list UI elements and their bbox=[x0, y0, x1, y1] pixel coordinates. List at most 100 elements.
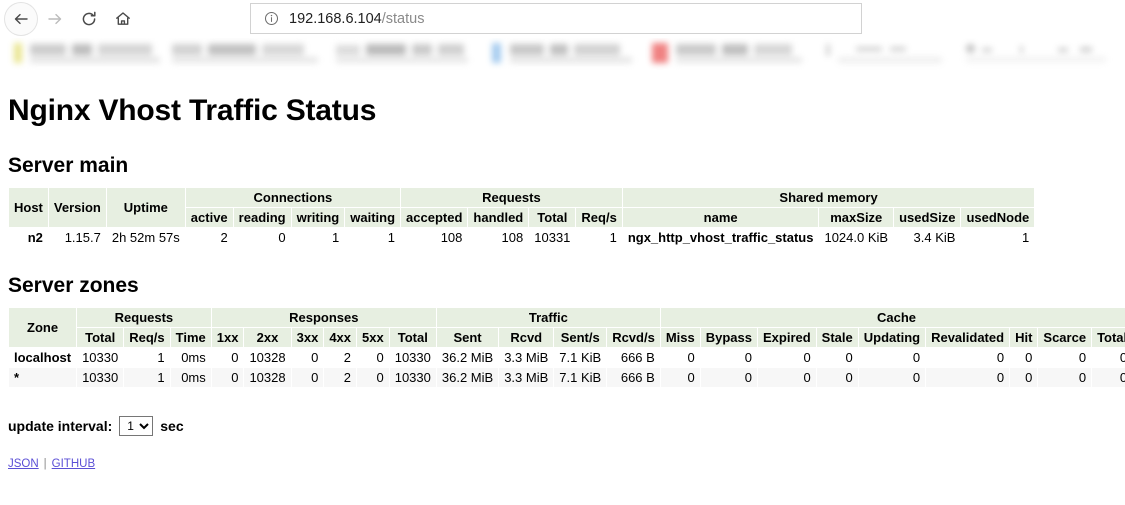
forward-button[interactable] bbox=[38, 2, 72, 36]
browser-toolbar: 192.168.6.104/status bbox=[0, 0, 1125, 38]
header-zone-resp-total: Total bbox=[389, 328, 436, 347]
cell-zone-cache-miss: 0 bbox=[660, 348, 700, 367]
header-zone-cache-miss: Miss bbox=[660, 328, 700, 347]
bookmark-item[interactable] bbox=[826, 43, 956, 63]
cell-zone-2xx: 10328 bbox=[244, 348, 291, 367]
cell-zone-cache-expired: 0 bbox=[757, 368, 816, 387]
cell-zone-1xx: 0 bbox=[211, 368, 244, 387]
cell-zone-5xx: 0 bbox=[357, 348, 389, 367]
cell-zone-req-time: 0ms bbox=[170, 348, 211, 367]
cell-req-total: 10331 bbox=[529, 228, 576, 247]
header-connections: Connections bbox=[185, 188, 401, 207]
cell-max-size: 1024.0 KiB bbox=[819, 228, 894, 247]
bookmark-item[interactable] bbox=[14, 43, 174, 63]
cell-zone-rcvd-per-sec: 666 B bbox=[607, 368, 660, 387]
cell-zone-req-per-sec: 1 bbox=[124, 348, 170, 367]
header-requests: Requests bbox=[401, 188, 622, 207]
cell-zone-cache-hit: 0 bbox=[1010, 368, 1038, 387]
cell-zone-1xx: 0 bbox=[211, 348, 244, 367]
header-max-size: maxSize bbox=[819, 208, 894, 227]
header-zone-cache-hit: Hit bbox=[1010, 328, 1038, 347]
header-handled: handled bbox=[468, 208, 529, 227]
cell-zone-cache-total: 0 bbox=[1092, 348, 1125, 367]
header-zone-rcvd-per-sec: Rcvd/s bbox=[607, 328, 660, 347]
header-host: Host bbox=[9, 188, 48, 227]
header-reading: reading bbox=[233, 208, 291, 227]
cell-zone: * bbox=[9, 368, 77, 387]
server-zones-heading: Server zones bbox=[8, 274, 139, 297]
cell-zone-resp-total: 10330 bbox=[389, 348, 436, 367]
cell-zone-sent-per-sec: 7.1 KiB bbox=[554, 368, 607, 387]
cell-used-node: 1 bbox=[961, 228, 1035, 247]
header-zone-traffic: Traffic bbox=[436, 308, 660, 327]
header-shm-name: name bbox=[622, 208, 819, 227]
cell-zone-4xx: 2 bbox=[324, 368, 357, 387]
cell-zone-cache-revalidated: 0 bbox=[926, 368, 1010, 387]
cell-zone-cache-stale: 0 bbox=[816, 368, 858, 387]
bookmark-item[interactable] bbox=[172, 43, 327, 63]
update-interval-select[interactable]: 1 bbox=[119, 416, 154, 436]
header-zone-cache-bypass: Bypass bbox=[700, 328, 757, 347]
page-content: Nginx Vhost Traffic Status Server main H… bbox=[0, 94, 1125, 470]
back-button[interactable] bbox=[4, 2, 38, 36]
cell-zone-4xx: 2 bbox=[324, 348, 357, 367]
header-zone-cache-updating: Updating bbox=[858, 328, 926, 347]
bookmark-item[interactable] bbox=[652, 43, 812, 63]
cell-zone-req-time: 0ms bbox=[170, 368, 211, 387]
cell-zone-3xx: 0 bbox=[291, 368, 324, 387]
cell-zone-req-per-sec: 1 bbox=[124, 368, 170, 387]
header-zone-1xx: 1xx bbox=[211, 328, 244, 347]
bookmarks-bar[interactable] bbox=[0, 38, 1125, 70]
json-link[interactable]: JSON bbox=[8, 458, 39, 470]
header-zone-cache-stale: Stale bbox=[816, 328, 858, 347]
header-zone-req-time: Time bbox=[170, 328, 211, 347]
cell-zone-cache-bypass: 0 bbox=[700, 348, 757, 367]
cell-zone-cache-hit: 0 bbox=[1010, 348, 1038, 367]
reload-icon bbox=[82, 11, 96, 26]
header-zone-5xx: 5xx bbox=[357, 328, 389, 347]
cell-zone-sent-per-sec: 7.1 KiB bbox=[554, 348, 607, 367]
header-zone-cache-revalidated: Revalidated bbox=[926, 328, 1010, 347]
cell-zone-cache-revalidated: 0 bbox=[926, 348, 1010, 367]
header-zone-sent: Sent bbox=[436, 328, 499, 347]
header-zone: Zone bbox=[9, 308, 77, 347]
cell-zone-cache-total: 0 bbox=[1092, 368, 1125, 387]
header-shared-memory: Shared memory bbox=[622, 188, 1035, 207]
header-version: Version bbox=[48, 188, 106, 227]
arrow-right-icon bbox=[48, 13, 62, 25]
update-interval-label: update interval: bbox=[8, 418, 113, 434]
header-zone-cache-expired: Expired bbox=[757, 328, 816, 347]
cell-writing: 1 bbox=[291, 228, 345, 247]
cell-accepted: 108 bbox=[401, 228, 468, 247]
cell-zone-rcvd: 3.3 MiB bbox=[499, 348, 554, 367]
cell-zone-cache-scarce: 0 bbox=[1038, 348, 1092, 367]
bookmark-item[interactable] bbox=[492, 43, 642, 63]
footer-links: JSON | GITHUB bbox=[8, 458, 1117, 470]
bookmark-item[interactable] bbox=[966, 43, 1116, 63]
header-uptime: Uptime bbox=[106, 188, 185, 227]
cell-zone-rcvd-per-sec: 666 B bbox=[607, 348, 660, 367]
server-zones-sub-header-row: Total Req/s Time 1xx 2xx 3xx 4xx 5xx Tot… bbox=[9, 328, 1125, 347]
cell-uptime: 2h 52m 57s bbox=[106, 228, 185, 247]
cell-zone-cache-miss: 0 bbox=[660, 368, 700, 387]
home-button[interactable] bbox=[106, 2, 140, 36]
reload-button[interactable] bbox=[72, 2, 106, 36]
address-bar[interactable]: 192.168.6.104/status bbox=[250, 3, 862, 34]
cell-zone-cache-expired: 0 bbox=[757, 348, 816, 367]
page-title: Nginx Vhost Traffic Status bbox=[8, 94, 377, 127]
site-info-icon[interactable] bbox=[264, 11, 279, 26]
cell-used-size: 3.4 KiB bbox=[894, 228, 961, 247]
header-req-total: Total bbox=[529, 208, 576, 227]
cell-waiting: 1 bbox=[345, 228, 401, 247]
server-main-group-header-row: Host Version Uptime Connections Requests… bbox=[9, 188, 1035, 227]
header-zone-responses: Responses bbox=[211, 308, 436, 327]
server-main-body: n2 1.15.7 2h 52m 57s 2 0 1 1 108 108 103… bbox=[9, 228, 1035, 247]
cell-zone-2xx: 10328 bbox=[244, 368, 291, 387]
header-zone-cache: Cache bbox=[660, 308, 1125, 327]
cell-zone-cache-updating: 0 bbox=[858, 368, 926, 387]
bookmark-item[interactable] bbox=[336, 43, 481, 63]
cell-shm-name: ngx_http_vhost_traffic_status bbox=[622, 228, 819, 247]
server-zones-body: localhost 10330 1 0ms 0 10328 0 2 0 1033… bbox=[9, 348, 1125, 387]
github-link[interactable]: GITHUB bbox=[52, 458, 95, 470]
update-interval-unit: sec bbox=[160, 418, 184, 434]
